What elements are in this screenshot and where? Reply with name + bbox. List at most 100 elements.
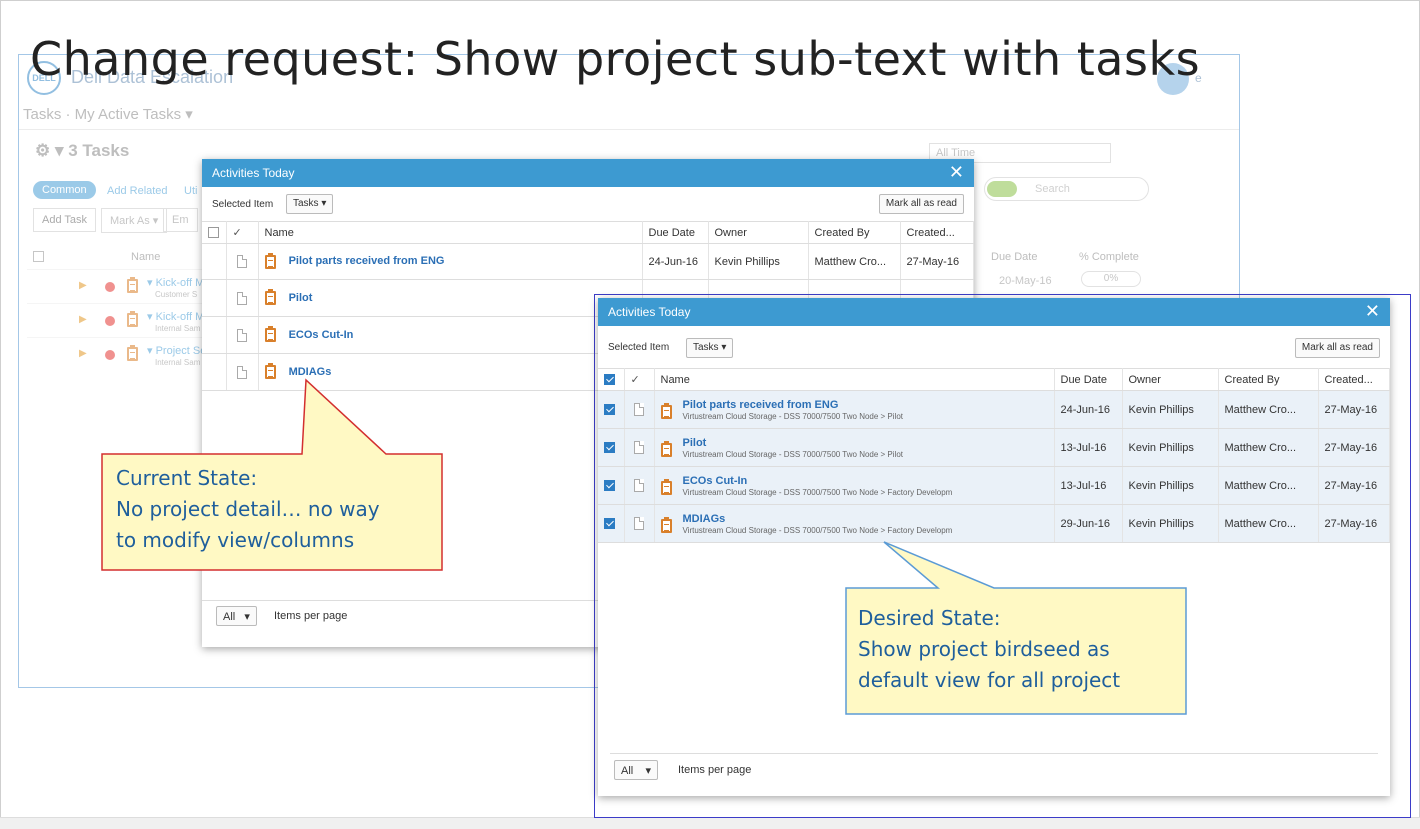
select-all-checkbox[interactable] [598,368,625,391]
mark-as-button[interactable]: Mark As ▾ [101,208,168,233]
priority-dot [105,316,115,326]
due-date-cell: 24-Jun-16 [642,243,709,280]
column-header-percent-complete[interactable]: % Complete [1079,251,1139,263]
modal-title: Activities Today [608,305,691,319]
task-subtext: Internal Sam [155,358,201,367]
table-row[interactable]: Pilot parts received from ENG Virtustrea… [598,390,1390,429]
created-cell: 27-May-16 [1318,504,1390,543]
row-checkbox[interactable] [598,504,625,543]
column-header-created[interactable]: Created... [1318,368,1390,391]
task-name-link[interactable]: ECOs Cut-In [289,329,354,341]
selection-toolbar: Selected Item Tasks ▾ Mark all as read [598,326,1390,368]
owner-cell: Kevin Phillips [1122,390,1219,429]
task-name-link[interactable]: Pilot parts received from ENG [683,399,839,411]
selection-toolbar: Selected Item Tasks ▾ Mark all as read [202,187,974,221]
bg-table-header: Name [27,247,207,269]
task-name-link[interactable]: Pilot parts received from ENG [289,255,445,267]
column-header-created-by[interactable]: Created By [1218,368,1319,391]
document-icon [634,479,644,492]
owner-cell: Kevin Phillips [708,243,809,280]
selected-item-dropdown[interactable]: Tasks ▾ [686,338,734,358]
task-subtext: Internal Sam [155,324,201,333]
table-row[interactable]: MDIAGs Virtustream Cloud Storage - DSS 7… [598,504,1390,543]
owner-cell: Kevin Phillips [1122,504,1219,543]
expand-icon[interactable]: ▶ [79,280,87,291]
read-column-header: ✓ [624,368,655,391]
task-name-link[interactable]: MDIAGs [289,366,332,378]
column-header-due-date[interactable]: Due Date [642,221,709,244]
task-name-link[interactable]: ECOs Cut-In [683,475,748,487]
priority-dot [105,282,115,292]
table-row[interactable]: ECOs Cut-In Virtustream Cloud Storage - … [598,466,1390,505]
items-per-page-select[interactable]: All ▾ [614,760,658,780]
task-name-link[interactable]: MDIAGs [683,513,726,525]
row-checkbox[interactable] [598,466,625,505]
column-header-created[interactable]: Created... [900,221,974,244]
table-row[interactable]: ▶ ▾ Kick-off Me Customer S [27,269,210,303]
row-checkbox[interactable] [598,390,625,429]
task-count-heading[interactable]: ⚙ ▾ 3 Tasks [35,141,129,161]
created-by-cell: Matthew Cro... [1218,390,1319,429]
mark-all-read-button[interactable]: Mark all as read [878,194,964,214]
table-row[interactable]: ▶ ▾ Project Set Internal Sam [27,337,209,371]
project-subtext: Virtustream Cloud Storage - DSS 7000/750… [682,449,904,459]
table-header-row: ✓ Name Due Date Owner Created By Created… [202,221,974,244]
table-row[interactable]: Pilot Virtustream Cloud Storage - DSS 70… [598,428,1390,467]
task-icon [264,363,276,379]
column-header-name[interactable]: Name [258,221,643,244]
close-icon[interactable]: ✕ [1365,301,1380,322]
column-header-owner[interactable]: Owner [1122,368,1219,391]
tab-add-related[interactable]: Add Related [107,185,168,197]
task-icon [264,252,276,269]
email-button[interactable]: Em [163,208,198,232]
task-name[interactable]: ▾ Kick-off Me [147,310,210,323]
callout-line: Desired State: [858,606,1001,630]
add-task-button[interactable]: Add Task [33,208,97,232]
column-header-name[interactable]: Name [131,251,160,263]
column-header-due-date[interactable]: Due Date [991,251,1037,263]
breadcrumb[interactable]: Tasks · My Active Tasks ▾ [23,105,193,123]
task-name-link[interactable]: Pilot [683,437,707,449]
tab-utilities[interactable]: Uti [184,185,197,197]
callout-line: No project detail… no way [116,497,380,521]
tasks-table: ✓ Name Due Date Owner Created By Created… [598,368,1390,543]
column-header-owner[interactable]: Owner [708,221,809,244]
task-name[interactable]: ▾ Project Set [147,344,209,357]
column-header-created-by[interactable]: Created By [808,221,901,244]
mark-all-read-button[interactable]: Mark all as read [1294,338,1380,358]
column-header-due-date[interactable]: Due Date [1054,368,1123,391]
table-row[interactable]: Pilot parts received from ENG 24-Jun-16 … [202,243,974,280]
document-icon [634,403,644,416]
project-subtext: Virtustream Cloud Storage - DSS 7000/750… [682,525,953,535]
table-row[interactable]: ▶ ▾ Kick-off Me Internal Sam [27,303,210,337]
items-per-page-select[interactable]: All ▾ [216,606,257,626]
expand-icon[interactable]: ▶ [79,314,87,325]
owner-cell: Kevin Phillips [1122,466,1219,505]
created-cell: 27-May-16 [1318,390,1390,429]
expand-icon[interactable]: ▶ [79,348,87,359]
callout-line: Show project birdseed as [858,637,1110,661]
tab-common[interactable]: Common [33,181,96,199]
task-icon [127,277,138,293]
modal-title: Activities Today [212,166,295,180]
created-cell: 27-May-16 [900,243,974,280]
selected-item-label: Selected Item [608,342,670,353]
slide-bottom-bar [0,817,1420,829]
select-all-checkbox[interactable] [202,221,227,244]
selected-item-dropdown[interactable]: Tasks ▾ [286,194,334,214]
created-by-cell: Matthew Cro... [1218,466,1319,505]
task-name-link[interactable]: Pilot [289,292,313,304]
priority-dot [105,350,115,360]
row-checkbox[interactable] [598,428,625,467]
close-icon[interactable]: ✕ [949,162,964,183]
selected-item-label: Selected Item [212,199,274,210]
column-header-name[interactable]: Name [654,368,1055,391]
filter-button[interactable] [987,181,1017,197]
project-subtext: Virtustream Cloud Storage - DSS 7000/750… [682,487,953,497]
document-icon [634,441,644,454]
task-name[interactable]: ▾ Kick-off Me [147,276,210,289]
select-all-checkbox[interactable] [33,251,44,262]
table-header-row: ✓ Name Due Date Owner Created By Created… [598,368,1390,391]
percent-complete-value: 0% [1081,271,1141,287]
modal-header: Activities Today ✕ [202,159,974,187]
